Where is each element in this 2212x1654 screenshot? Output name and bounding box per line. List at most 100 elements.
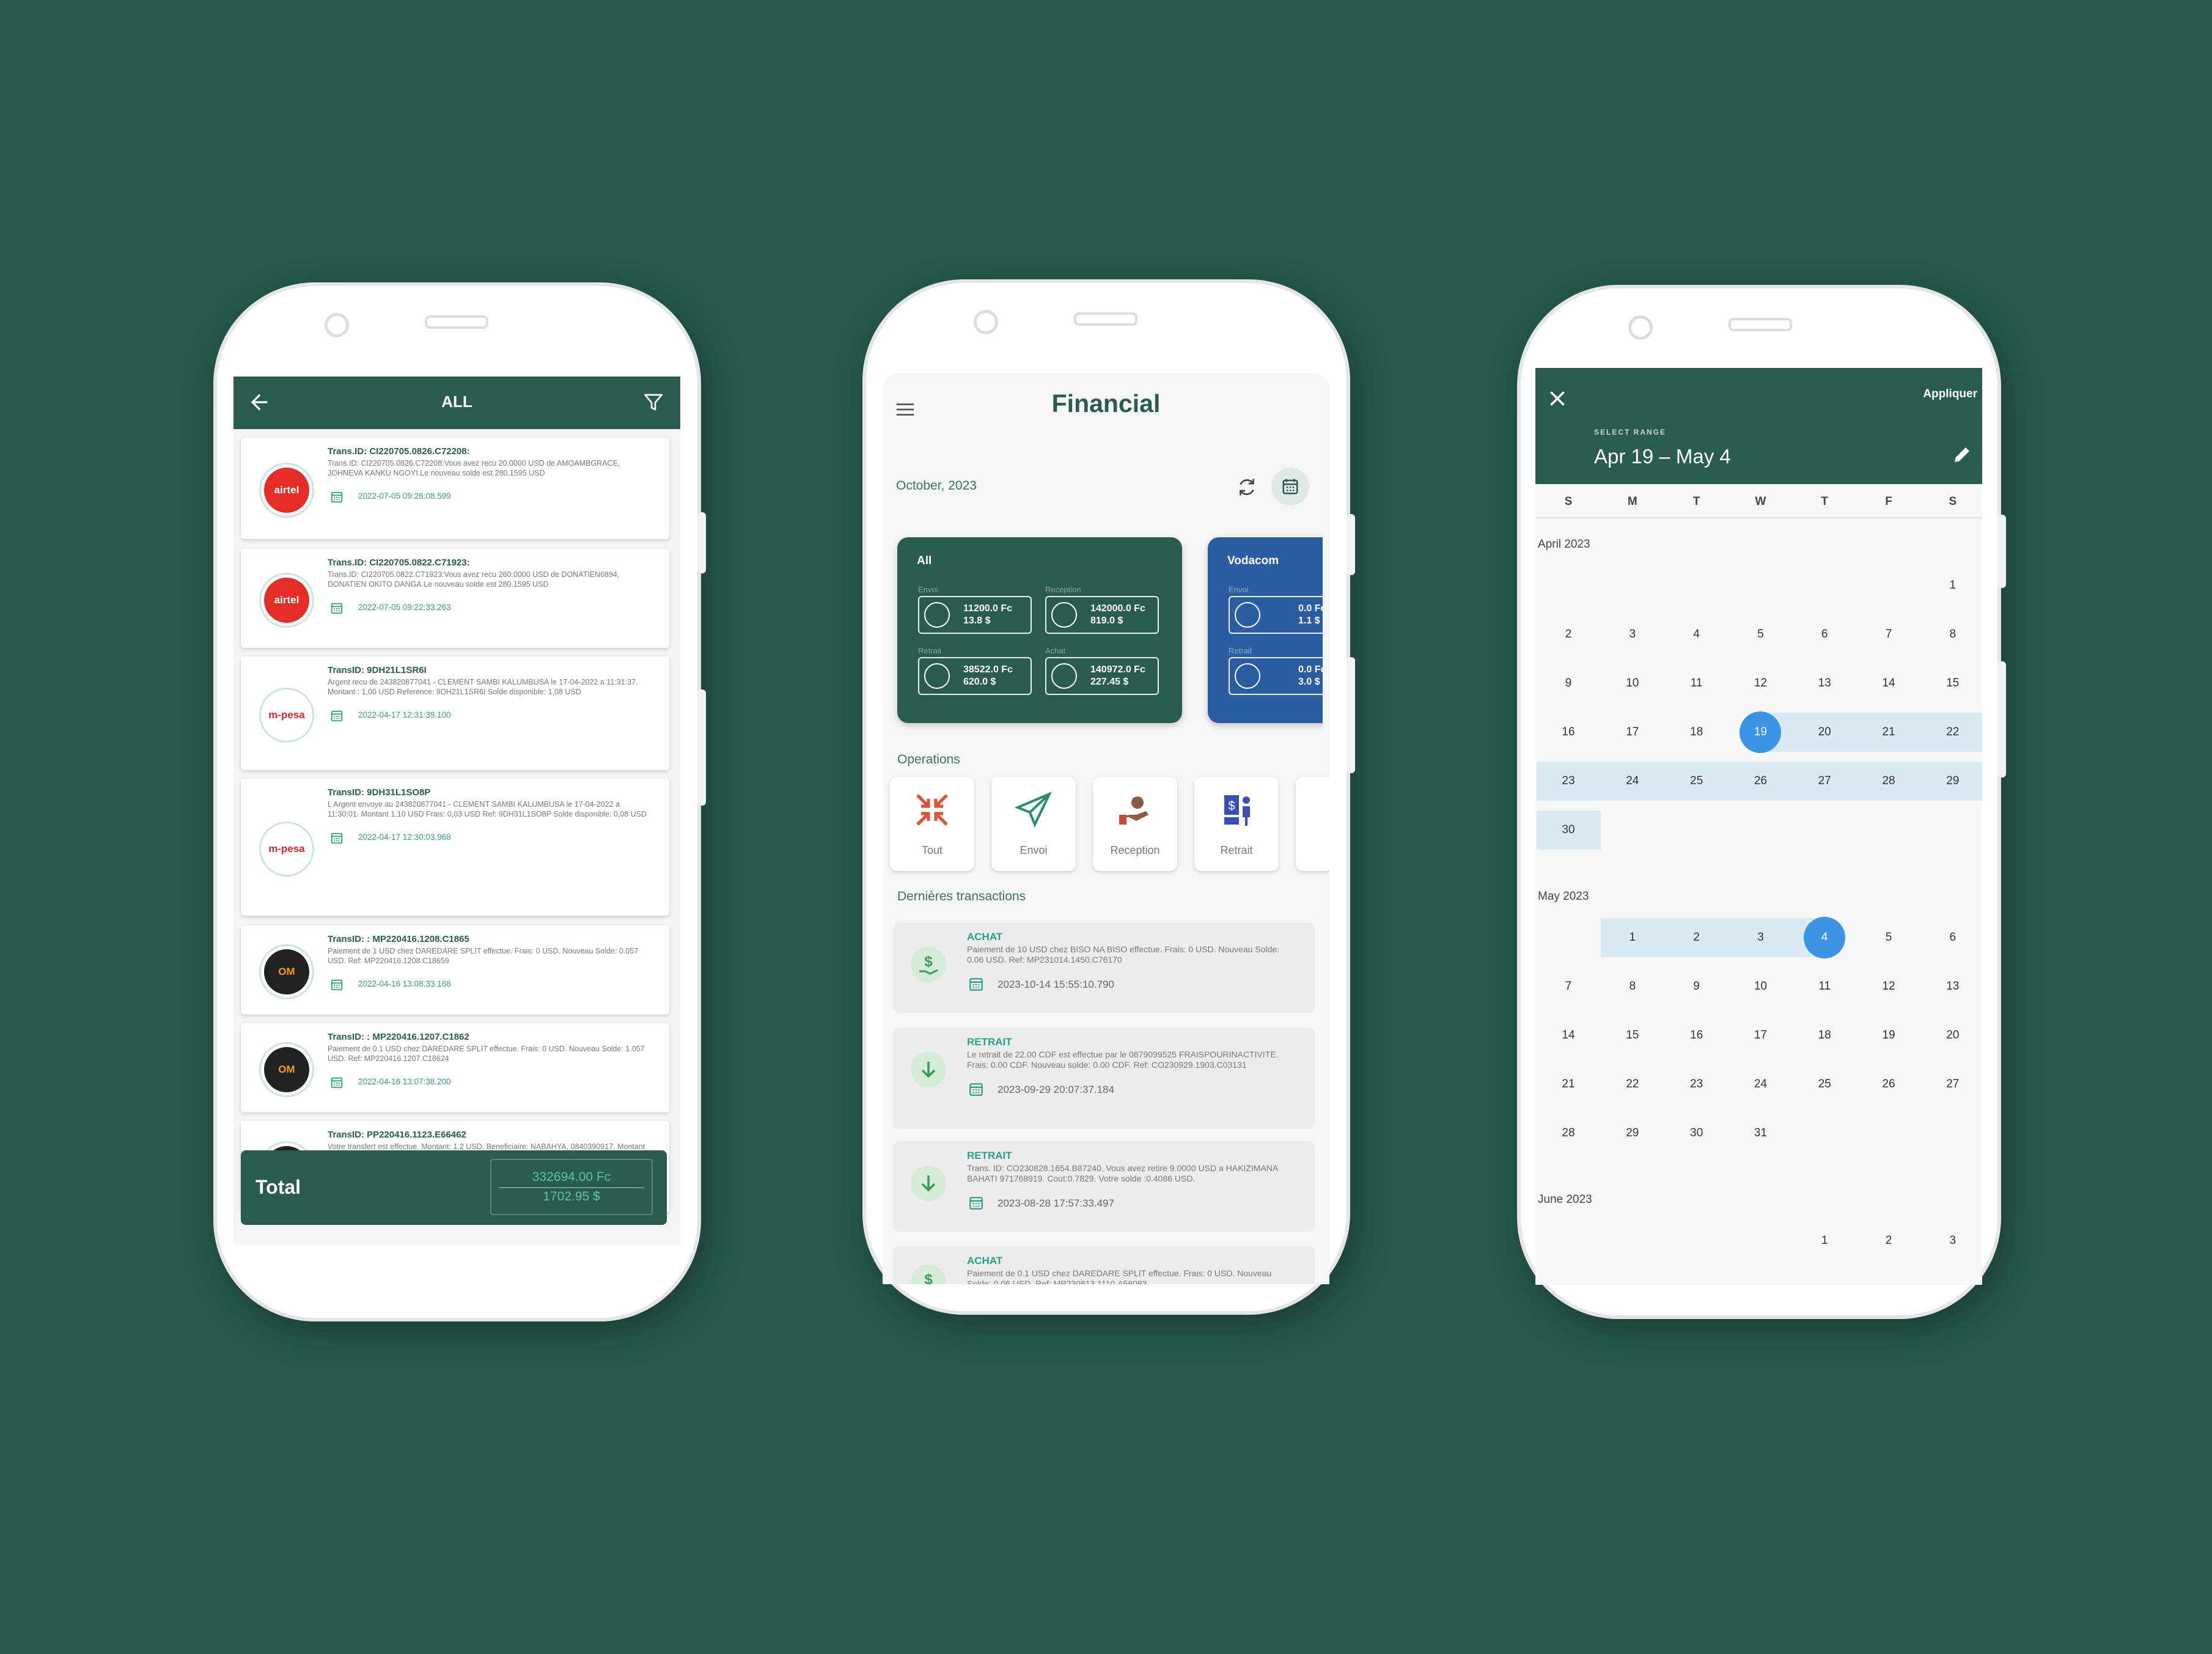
calendar-day[interactable]: 23 (1537, 757, 1600, 806)
calendar-day[interactable]: 2 (1537, 610, 1600, 659)
airtel-logo: airtel (259, 463, 314, 518)
pencil-icon[interactable] (1951, 444, 1973, 466)
calendar-day[interactable]: 9 (1665, 962, 1729, 1011)
refresh-icon[interactable] (1236, 476, 1258, 498)
balance-card-vodacom[interactable]: Vodacom Envoi 0.0 Fc 1.1 $ Retrait 0.0 F… (1208, 537, 1329, 723)
calendar-day[interactable]: 6 (1793, 610, 1856, 659)
calendar-day[interactable]: 3 (1921, 1216, 1982, 1265)
balance-card-all[interactable]: All Envoi 11200.0 Fc 13.8 $ Reception 14… (897, 537, 1182, 723)
op-tout[interactable]: Tout (890, 777, 974, 871)
calendar-icon (331, 979, 343, 991)
recent-transaction[interactable]: $ ACHAT Paiement de 0.1 USD chez DAREDARE … (894, 1246, 1315, 1284)
transaction-date: 2022-07-05 09:26:08.599 (358, 491, 451, 501)
op-more[interactable] (1296, 777, 1329, 871)
calendar-day[interactable]: 29 (1921, 757, 1982, 806)
calendar-day[interactable]: 24 (1601, 757, 1664, 806)
calendar-day[interactable]: 12 (1729, 659, 1792, 708)
calendar-day[interactable]: 13 (1793, 659, 1856, 708)
calendar-day[interactable]: 16 (1665, 1011, 1729, 1060)
calendar-day[interactable]: 18 (1665, 708, 1729, 757)
transaction-card[interactable]: OM TransID: : MP220416.1208.C1865 Paiement… (241, 925, 669, 1015)
close-icon[interactable] (1546, 388, 1568, 410)
calendar-day[interactable]: 7 (1537, 962, 1600, 1011)
calendar-day[interactable]: 17 (1729, 1011, 1792, 1060)
calendar-icon (331, 710, 343, 722)
op-retrait[interactable]: $ Retrait (1194, 777, 1279, 871)
calendar-day[interactable]: 8 (1921, 610, 1982, 659)
calendar-day[interactable]: 19 (1857, 1011, 1920, 1060)
calendar-day[interactable]: 27 (1793, 757, 1856, 806)
op-label: Envoi (1020, 844, 1048, 856)
calendar-day[interactable]: 30 (1665, 1109, 1729, 1158)
calendar-icon (331, 833, 343, 844)
calendar-day[interactable]: 29 (1601, 1109, 1664, 1158)
calendar-day[interactable]: 10 (1729, 962, 1792, 1011)
calendar-day[interactable]: 15 (1921, 659, 1982, 708)
calendar-day[interactable]: 31 (1729, 1109, 1792, 1158)
select-range-label: SELECT RANGE (1594, 428, 1667, 436)
transaction-card[interactable]: airtel Trans.ID: CI220705.0826.C72208: Tra… (241, 438, 669, 539)
calendar-day[interactable]: 15 (1601, 1011, 1664, 1060)
transaction-card[interactable]: OM TransID: : MP220416.1207.C1862 Paiement… (241, 1023, 669, 1112)
calendar-day[interactable]: 22 (1921, 708, 1982, 757)
calendar-day[interactable]: 11 (1793, 962, 1856, 1011)
calendar-day[interactable]: 1 (1793, 1216, 1856, 1265)
calendar-day[interactable]: 7 (1857, 610, 1920, 659)
transaction-card[interactable]: m-pesa TransID: 9DH31L1SO8P L Argent envoy… (241, 779, 669, 916)
transaction-card[interactable]: airtel Trans.ID: CI220705.0822.C71923: Tra… (241, 549, 669, 648)
calendar-day[interactable]: 21 (1857, 708, 1920, 757)
filter-icon[interactable] (642, 390, 664, 414)
withdraw-icon (924, 663, 950, 689)
transaction-type: ACHAT (967, 931, 1003, 943)
calendar-day[interactable]: 1 (1601, 913, 1664, 962)
calendar-day[interactable]: 27 (1921, 1060, 1982, 1109)
weekday-label: T (1821, 495, 1828, 508)
calendar-day[interactable]: 20 (1793, 708, 1856, 757)
calendar-day[interactable]: 26 (1857, 1060, 1920, 1109)
recent-transaction[interactable]: RETRAIT Trans. ID: CO230828.1654.B87240. … (894, 1141, 1315, 1232)
calendar-day[interactable]: 18 (1793, 1011, 1856, 1060)
calendar-day[interactable]: 22 (1601, 1060, 1664, 1109)
apply-button[interactable]: Appliquer (1923, 388, 1977, 401)
calendar-day[interactable]: 8 (1601, 962, 1664, 1011)
calendar-day[interactable]: 13 (1921, 962, 1982, 1011)
calendar-day[interactable]: 23 (1665, 1060, 1729, 1109)
calendar-day[interactable]: 16 (1537, 708, 1600, 757)
transaction-card[interactable]: m-pesa TransID: 9DH21L1SR6I Argent recu de… (241, 656, 669, 770)
calendar-day[interactable]: 21 (1537, 1060, 1600, 1109)
calendar-day[interactable]: 4 (1665, 610, 1729, 659)
calendar-day[interactable]: 3 (1729, 913, 1792, 962)
calendar-day[interactable]: 30 (1537, 806, 1600, 855)
calendar-day[interactable]: 28 (1857, 757, 1920, 806)
calendar-day[interactable]: 5 (1729, 610, 1792, 659)
calendar-day[interactable]: 9 (1537, 659, 1600, 708)
recent-transaction[interactable]: RETRAIT Le retrait de 22.00 CDF est effec… (894, 1027, 1315, 1129)
calendar-day[interactable]: 11 (1665, 659, 1729, 708)
calendar-day[interactable]: 14 (1537, 1011, 1600, 1060)
calendar-day[interactable]: 5 (1857, 913, 1920, 962)
calendar-day[interactable]: 2 (1857, 1216, 1920, 1265)
calendar-day[interactable]: 19 (1729, 708, 1792, 757)
op-reception[interactable]: Reception (1093, 777, 1177, 871)
op-envoi[interactable]: Envoi (991, 777, 1076, 871)
calendar-button[interactable] (1271, 468, 1309, 505)
calendar-day[interactable]: 24 (1729, 1060, 1792, 1109)
calendar-icon (331, 491, 343, 503)
calendar-day[interactable]: 25 (1665, 757, 1729, 806)
recent-transaction[interactable]: $ ACHAT Paiement de 10 USD chez BISO NA BI… (894, 922, 1315, 1013)
calendar-day[interactable]: 1 (1921, 561, 1982, 610)
calendar-day[interactable]: 3 (1601, 610, 1664, 659)
calendar-day[interactable]: 17 (1601, 708, 1664, 757)
calendar-day[interactable]: 28 (1537, 1109, 1600, 1158)
calendar-day[interactable]: 10 (1601, 659, 1664, 708)
calendar-day[interactable]: 2 (1665, 913, 1729, 962)
calendar-day[interactable]: 4 (1793, 913, 1856, 962)
calendar-day[interactable]: 6 (1921, 913, 1982, 962)
calendar-day[interactable]: 14 (1857, 659, 1920, 708)
selected-range: Apr 19 – May 4 (1594, 445, 1731, 468)
op-label: Retrait (1220, 844, 1253, 856)
calendar-day[interactable]: 25 (1793, 1060, 1856, 1109)
calendar-day[interactable]: 20 (1921, 1011, 1982, 1060)
calendar-day[interactable]: 26 (1729, 757, 1792, 806)
calendar-day[interactable]: 12 (1857, 962, 1920, 1011)
